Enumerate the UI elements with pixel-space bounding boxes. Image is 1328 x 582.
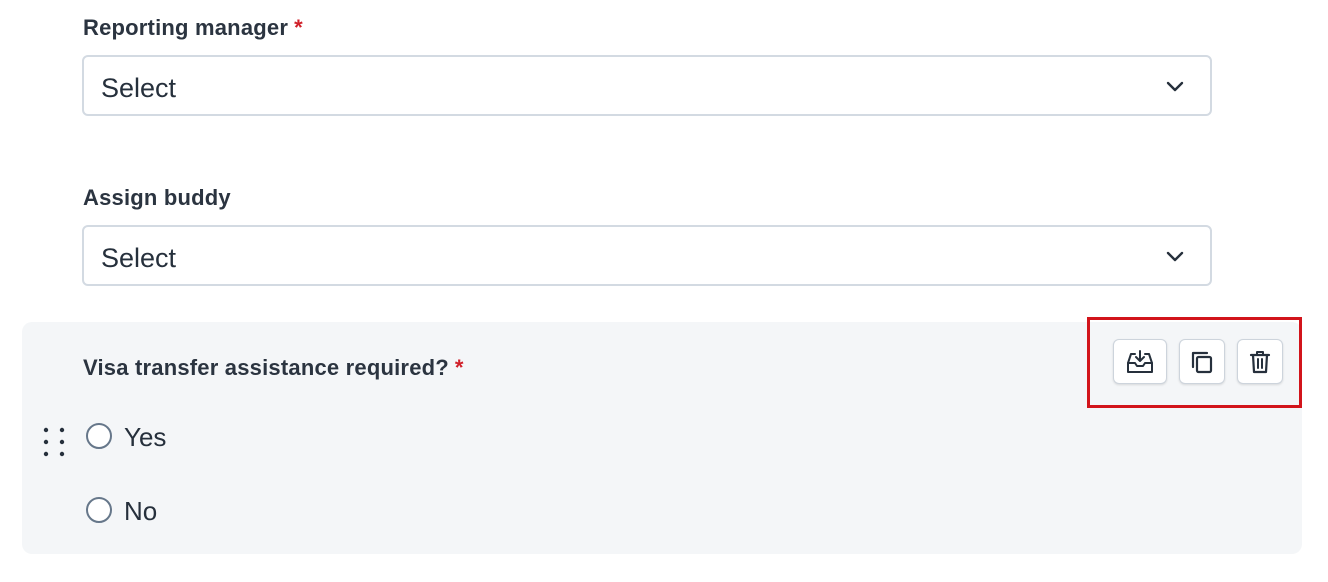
required-indicator: *: [454, 355, 464, 380]
drag-handle-icon[interactable]: [42, 426, 68, 458]
reporting-manager-select-value: Select: [101, 73, 177, 103]
reporting-manager-label: Reporting manager *: [83, 15, 303, 41]
reporting-manager-select[interactable]: Select: [82, 55, 1212, 116]
radio-button[interactable]: [86, 497, 112, 523]
form-page: Reporting manager * Select Assign buddy S…: [0, 0, 1328, 582]
trash-icon: [1249, 350, 1271, 373]
delete-button[interactable]: [1237, 339, 1283, 384]
duplicate-button[interactable]: [1179, 339, 1225, 384]
reporting-manager-label-text: Reporting manager: [83, 15, 289, 40]
required-indicator: *: [294, 15, 303, 40]
save-to-library-button[interactable]: [1113, 339, 1167, 384]
chevron-down-icon: [1166, 81, 1184, 92]
radio-button[interactable]: [86, 423, 112, 449]
assign-buddy-select[interactable]: Select: [82, 225, 1212, 286]
radio-label: Yes: [124, 422, 167, 452]
assign-buddy-label-text: Assign buddy: [83, 185, 231, 210]
chevron-down-icon: [1166, 251, 1184, 262]
radio-label: No: [124, 496, 158, 526]
inbox-download-icon: [1127, 349, 1153, 373]
copy-icon: [1191, 351, 1213, 373]
assign-buddy-label: Assign buddy: [83, 185, 231, 211]
assign-buddy-select-value: Select: [101, 243, 177, 273]
question-label: Visa transfer assistance required? *: [83, 355, 464, 381]
question-label-text: Visa transfer assistance required?: [83, 355, 449, 380]
